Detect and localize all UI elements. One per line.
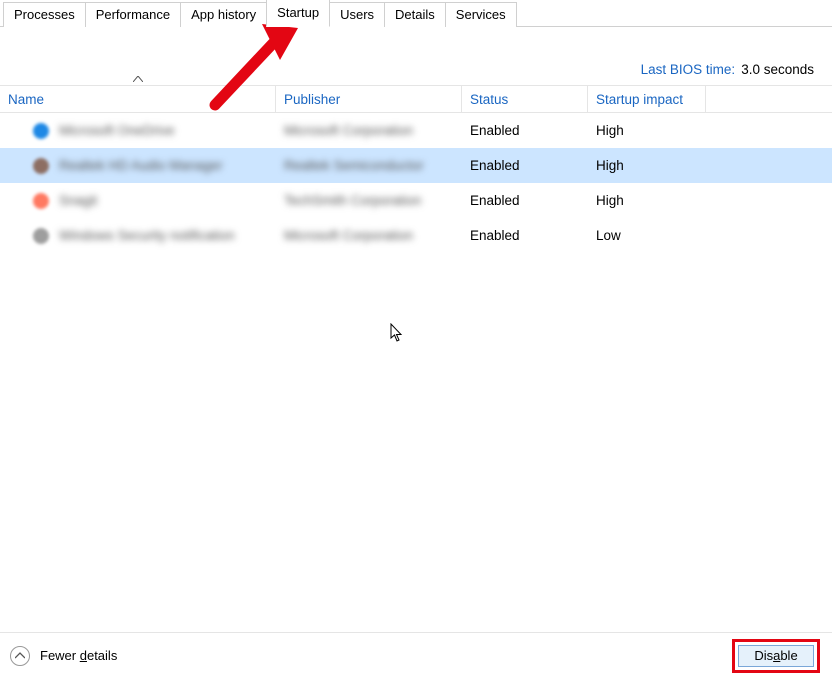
sort-ascending-icon <box>133 74 143 85</box>
disable-button-label: Disable <box>754 648 797 663</box>
app-name-blurred: Snagit <box>59 193 97 208</box>
bios-time-label: Last BIOS time: <box>641 62 736 77</box>
chevron-up-circle-icon <box>10 646 30 666</box>
impact-value: Low <box>588 228 706 243</box>
status-value: Enabled <box>462 158 588 173</box>
app-name-blurred: Microsoft OneDrive <box>59 123 175 138</box>
impact-value: High <box>588 123 706 138</box>
column-header-name-label: Name <box>8 92 44 107</box>
startup-items-list: Microsoft OneDrive Microsoft Corporation… <box>0 113 832 253</box>
tab-bar: Processes Performance App history Startu… <box>0 0 832 27</box>
disable-button[interactable]: Disable <box>738 645 814 667</box>
annotation-highlight-box: Disable <box>732 639 820 673</box>
publisher-blurred: Microsoft Corporation <box>284 123 413 138</box>
column-header-spacer <box>706 86 832 112</box>
impact-value: High <box>588 158 706 173</box>
app-icon <box>33 158 49 174</box>
tab-startup[interactable]: Startup <box>266 0 330 27</box>
footer-bar: Fewer details Disable <box>0 632 832 678</box>
tab-details[interactable]: Details <box>384 2 446 27</box>
app-name-blurred: Realtek HD Audio Manager <box>59 158 223 173</box>
app-name-blurred: Windows Security notification <box>59 228 235 243</box>
column-header-status-label: Status <box>470 92 508 107</box>
publisher-blurred: TechSmith Corporation <box>284 193 421 208</box>
column-header-impact-label: Startup impact <box>596 92 683 107</box>
tab-performance[interactable]: Performance <box>85 2 181 27</box>
tab-users[interactable]: Users <box>329 2 385 27</box>
bios-time-value: 3.0 seconds <box>741 62 814 77</box>
tab-processes[interactable]: Processes <box>3 2 86 27</box>
tab-services[interactable]: Services <box>445 2 517 27</box>
bios-time-row: Last BIOS time: 3.0 seconds <box>0 27 832 85</box>
empty-body-area <box>0 253 832 632</box>
fewer-details-label: Fewer details <box>40 648 117 663</box>
fewer-details-button[interactable]: Fewer details <box>10 646 117 666</box>
tab-app-history[interactable]: App history <box>180 2 267 27</box>
status-value: Enabled <box>462 193 588 208</box>
table-row[interactable]: Microsoft OneDrive Microsoft Corporation… <box>0 113 832 148</box>
column-header-publisher[interactable]: Publisher <box>276 86 462 112</box>
table-row[interactable]: Snagit TechSmith Corporation Enabled Hig… <box>0 183 832 218</box>
app-icon <box>33 123 49 139</box>
table-row[interactable]: Realtek HD Audio Manager Realtek Semicon… <box>0 148 832 183</box>
table-row[interactable]: Windows Security notification Microsoft … <box>0 218 832 253</box>
column-headers: Name Publisher Status Startup impact <box>0 85 832 113</box>
impact-value: High <box>588 193 706 208</box>
status-value: Enabled <box>462 228 588 243</box>
column-header-impact[interactable]: Startup impact <box>588 86 706 112</box>
publisher-blurred: Microsoft Corporation <box>284 228 413 243</box>
publisher-blurred: Realtek Semiconductor <box>284 158 424 173</box>
app-icon <box>33 228 49 244</box>
column-header-status[interactable]: Status <box>462 86 588 112</box>
task-manager-window: Processes Performance App history Startu… <box>0 0 832 678</box>
status-value: Enabled <box>462 123 588 138</box>
app-icon <box>33 193 49 209</box>
column-header-publisher-label: Publisher <box>284 92 340 107</box>
column-header-name[interactable]: Name <box>0 86 276 112</box>
